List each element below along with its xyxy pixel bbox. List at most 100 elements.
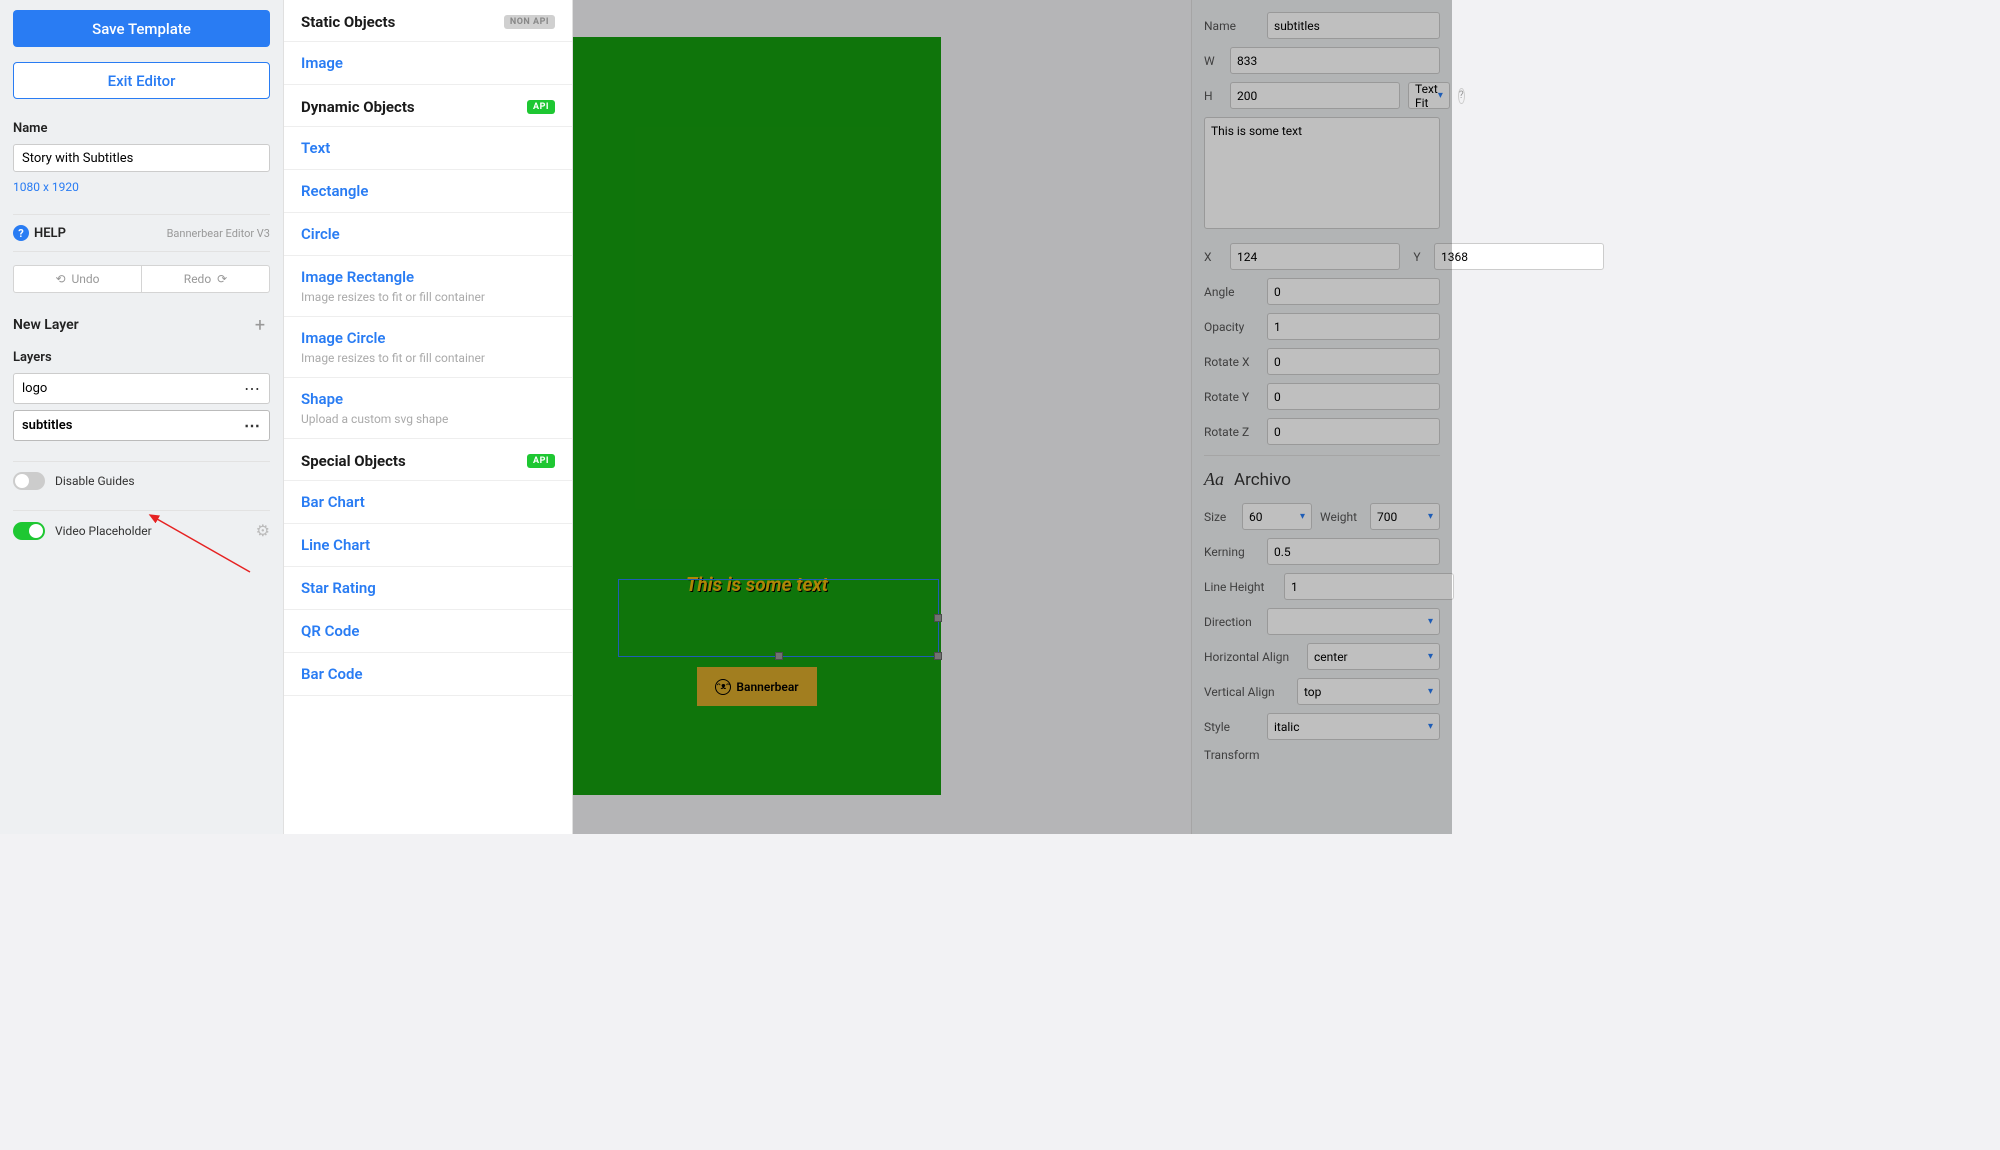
add-layer-button[interactable]: +	[250, 315, 270, 335]
dropdown-item-rectangle[interactable]: Rectangle	[284, 169, 572, 212]
resize-handle-bottom[interactable]	[775, 652, 783, 660]
dropdown-item-title: QR Code	[301, 622, 555, 640]
dropdown-item-subtitle: Upload a custom svg shape	[301, 412, 555, 426]
dropdown-group-title: Special Objects	[301, 452, 406, 470]
text-fit-select[interactable]: Text Fit▾	[1408, 82, 1450, 109]
layer-item-subtitles[interactable]: subtitles ⋯	[13, 410, 270, 441]
dropdown-item-title: Star Rating	[301, 579, 555, 597]
halign-label: Horizontal Align	[1204, 650, 1299, 664]
width-label: W	[1204, 54, 1222, 68]
font-icon: Aa	[1204, 469, 1224, 490]
valign-select[interactable]: top▾	[1297, 678, 1440, 705]
new-layer-label: New Layer	[13, 317, 79, 333]
api-badge: API	[527, 454, 555, 468]
logo-label: Bannerbear	[736, 680, 798, 694]
video-placeholder-label: Video Placeholder	[55, 524, 152, 538]
disable-guides-label: Disable Guides	[55, 474, 135, 488]
direction-label: Direction	[1204, 615, 1259, 629]
kerning-input[interactable]	[1267, 538, 1440, 565]
selection-bounds	[618, 579, 939, 657]
api-badge: NON API	[504, 15, 555, 29]
properties-panel: Name W H Text Fit▾ ? This is some text X…	[1191, 0, 1452, 834]
exit-editor-button[interactable]: Exit Editor	[13, 62, 270, 99]
direction-select[interactable]: ▾	[1267, 608, 1440, 635]
prop-name-input[interactable]	[1267, 12, 1440, 39]
style-label: Style	[1204, 720, 1259, 734]
layers-label: Layers	[13, 350, 270, 365]
height-label: H	[1204, 89, 1222, 103]
prop-name-label: Name	[1204, 19, 1259, 33]
help-button[interactable]: ?HELP	[13, 225, 66, 241]
textfit-help-icon[interactable]: ?	[1458, 88, 1465, 104]
line-height-label: Line Height	[1204, 580, 1276, 594]
dropdown-item-title: Image Circle	[301, 329, 555, 347]
font-picker[interactable]: Aa Archivo	[1204, 455, 1440, 503]
valign-label: Vertical Align	[1204, 685, 1289, 699]
dropdown-item-title: Bar Code	[301, 665, 555, 683]
width-input[interactable]	[1230, 47, 1440, 74]
left-panel: Save Template Exit Editor Name 1080 x 19…	[0, 0, 284, 834]
resize-handle-right[interactable]	[934, 614, 942, 622]
rotate-z-label: Rotate Z	[1204, 425, 1259, 439]
weight-select[interactable]: 700▾	[1370, 503, 1440, 530]
resize-handle-corner[interactable]	[934, 652, 942, 660]
logo-object[interactable]: ᵔᴥᵔ Bannerbear	[697, 667, 817, 706]
template-name-input[interactable]	[13, 144, 270, 172]
dropdown-item-star-rating[interactable]: Star Rating	[284, 566, 572, 609]
dropdown-item-subtitle: Image resizes to fit or fill container	[301, 290, 555, 304]
help-icon: ?	[13, 225, 29, 241]
layer-item-label: subtitles	[22, 418, 72, 433]
rotate-z-input[interactable]	[1267, 418, 1440, 445]
font-name: Archivo	[1234, 470, 1291, 490]
height-input[interactable]	[1230, 82, 1400, 109]
annotation-arrow-icon	[140, 507, 260, 587]
text-content-input[interactable]: This is some text	[1204, 117, 1440, 229]
dropdown-item-text[interactable]: Text	[284, 126, 572, 169]
size-select[interactable]: 60▾	[1242, 503, 1312, 530]
dropdown-item-title: Image	[301, 54, 555, 72]
redo-button[interactable]: Redo ⟳	[141, 265, 270, 293]
y-label: Y	[1408, 250, 1426, 264]
dimensions-link[interactable]: 1080 x 1920	[13, 180, 270, 194]
dropdown-item-bar-chart[interactable]: Bar Chart	[284, 480, 572, 523]
weight-label: Weight	[1320, 510, 1362, 524]
dropdown-item-title: Rectangle	[301, 182, 555, 200]
video-placeholder-toggle[interactable]	[13, 522, 45, 540]
dropdown-item-bar-code[interactable]: Bar Code	[284, 652, 572, 695]
dropdown-item-shape[interactable]: Shape Upload a custom svg shape	[284, 377, 572, 438]
dropdown-item-title: Bar Chart	[301, 493, 555, 511]
layer-item-logo[interactable]: logo ⋯	[13, 373, 270, 404]
layer-menu-icon[interactable]: ⋯	[244, 379, 261, 398]
line-height-input[interactable]	[1284, 573, 1454, 600]
layer-menu-icon[interactable]: ⋯	[244, 416, 261, 435]
api-badge: API	[527, 100, 555, 114]
dropdown-group-title: Dynamic Objects	[301, 98, 415, 116]
save-template-button[interactable]: Save Template	[13, 10, 270, 47]
disable-guides-toggle[interactable]	[13, 472, 45, 490]
rotate-x-input[interactable]	[1267, 348, 1440, 375]
editor-version: Bannerbear Editor V3	[167, 227, 270, 240]
dropdown-item-title: Shape	[301, 390, 555, 408]
dropdown-item-image-circle[interactable]: Image CircleImage resizes to fit or fill…	[284, 316, 572, 377]
opacity-label: Opacity	[1204, 320, 1259, 334]
new-layer-dropdown: Static Objects NON API Image Dynamic Object…	[284, 0, 573, 834]
style-select[interactable]: italic▾	[1267, 713, 1440, 740]
undo-button[interactable]: ⟲ Undo	[13, 265, 141, 293]
dropdown-item-circle[interactable]: Circle	[284, 212, 572, 255]
bear-icon: ᵔᴥᵔ	[715, 679, 731, 695]
rotate-x-label: Rotate X	[1204, 355, 1259, 369]
dropdown-item-image-rectangle[interactable]: Image RectangleImage resizes to fit or f…	[284, 255, 572, 316]
layer-item-label: logo	[22, 381, 47, 396]
dropdown-item-line-chart[interactable]: Line Chart	[284, 523, 572, 566]
dropdown-item-image[interactable]: Image	[284, 41, 572, 84]
dropdown-item-qr-code[interactable]: QR Code	[284, 609, 572, 652]
dropdown-group-title: Static Objects	[301, 13, 395, 31]
dropdown-item-title: Text	[301, 139, 555, 157]
x-input[interactable]	[1230, 243, 1400, 270]
angle-input[interactable]	[1267, 278, 1440, 305]
halign-select[interactable]: center▾	[1307, 643, 1440, 670]
size-label: Size	[1204, 510, 1234, 524]
opacity-input[interactable]	[1267, 313, 1440, 340]
rotate-y-input[interactable]	[1267, 383, 1440, 410]
y-input[interactable]	[1434, 243, 1604, 270]
